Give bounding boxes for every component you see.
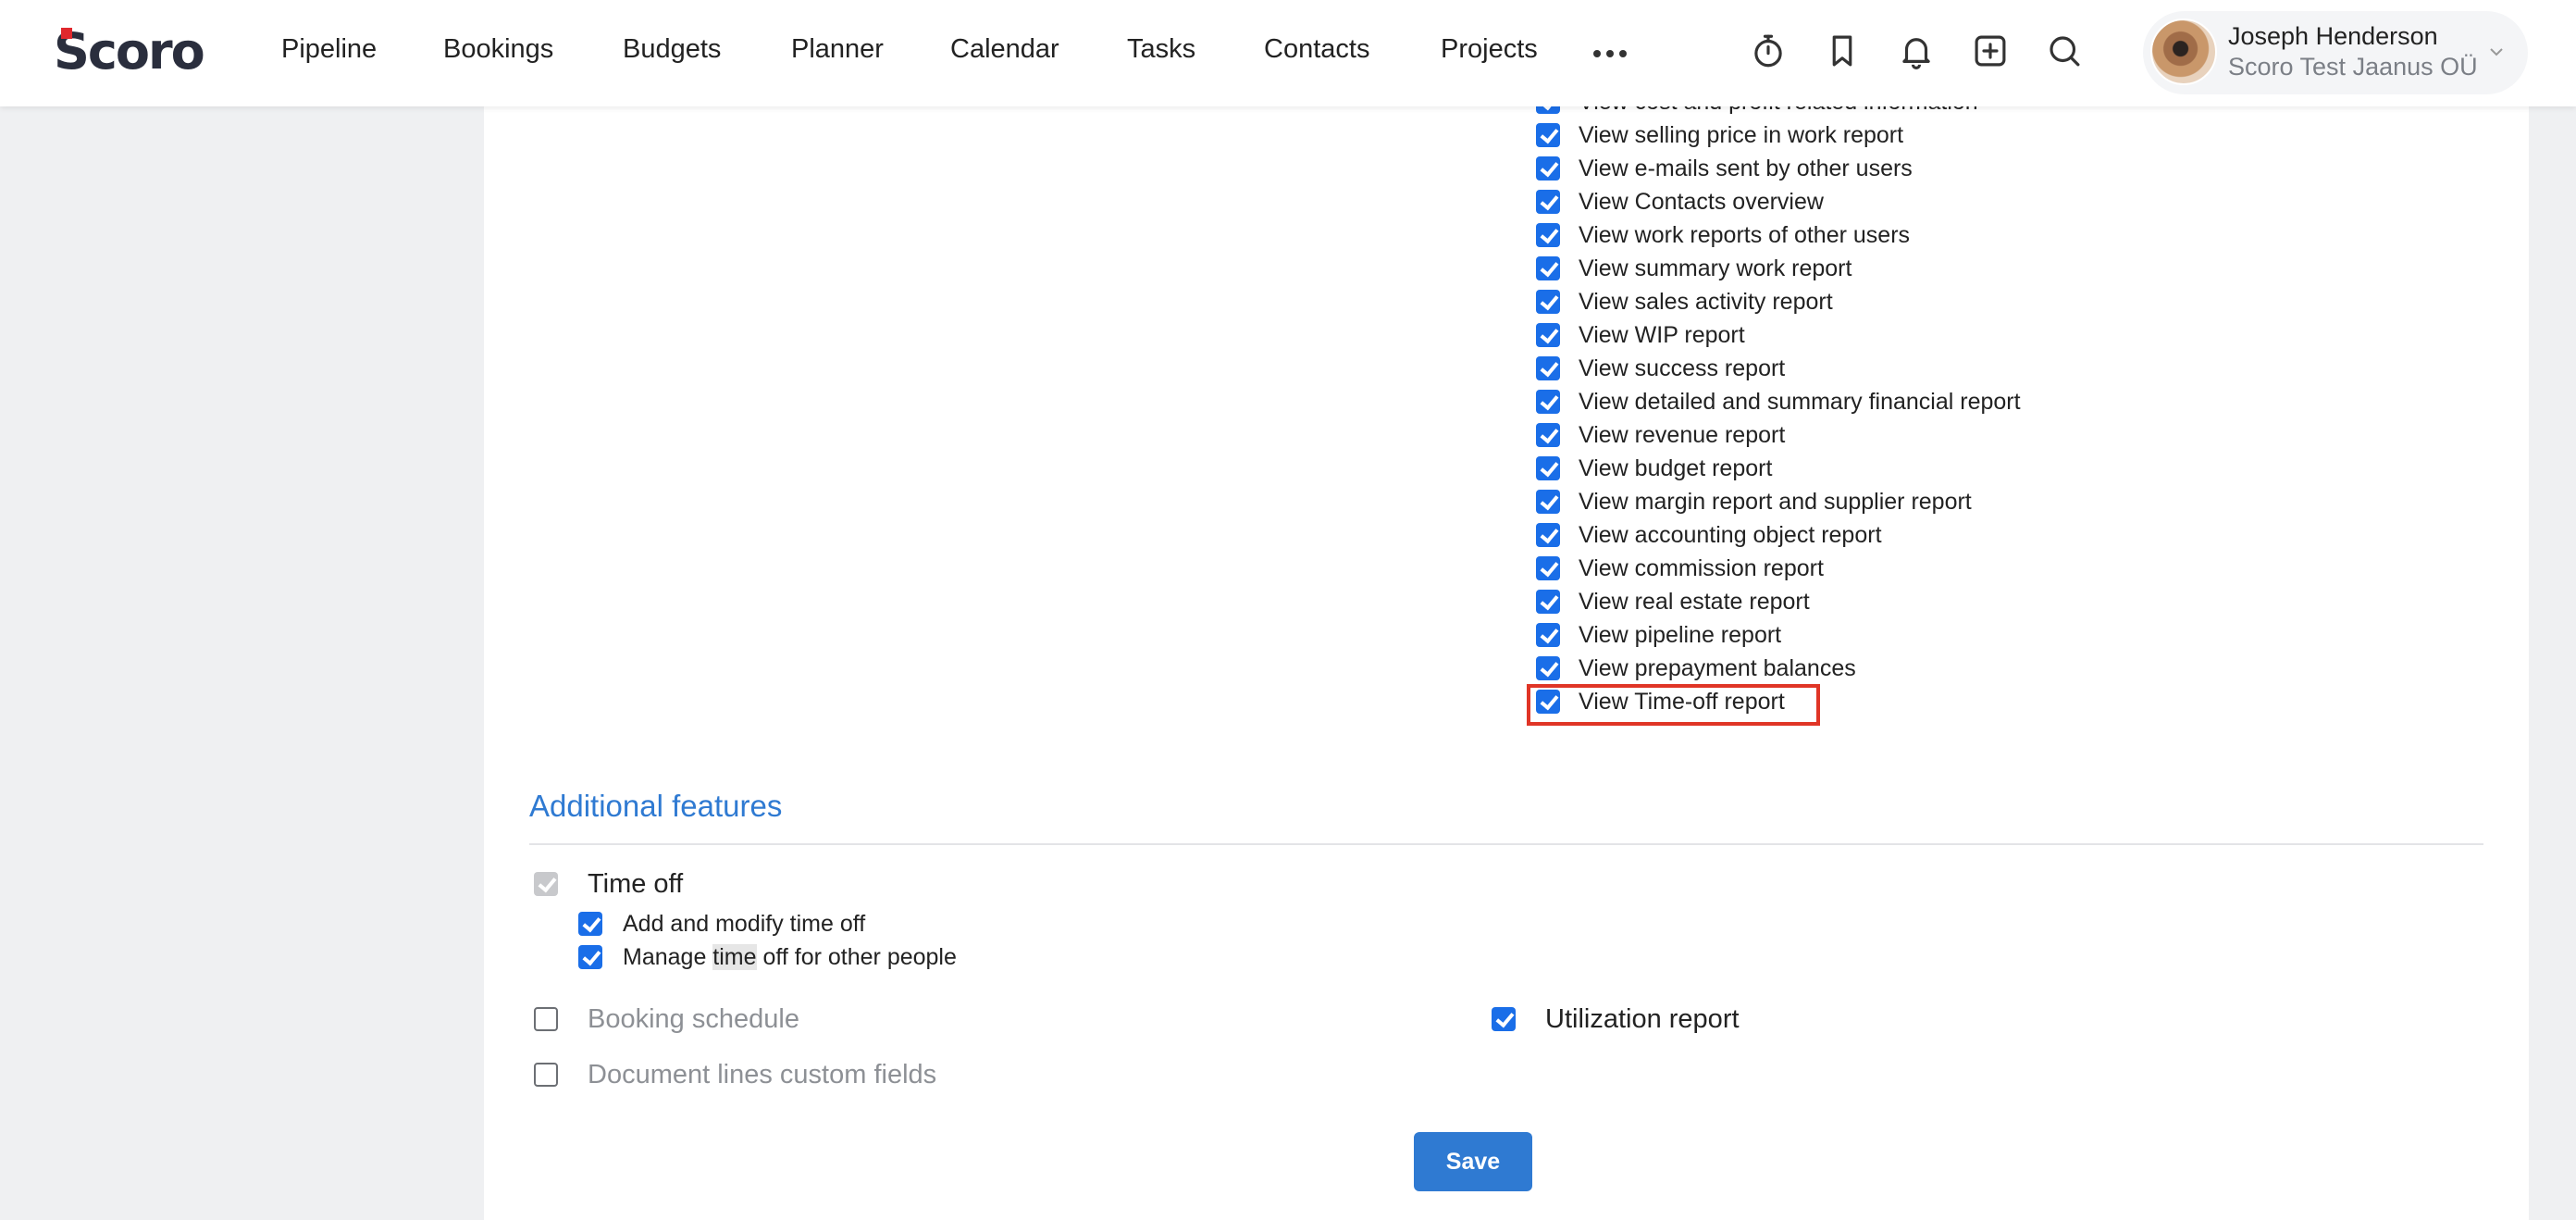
section-divider bbox=[529, 843, 2483, 845]
permission-checkbox[interactable] bbox=[1536, 156, 1560, 181]
permission-checkbox[interactable] bbox=[1536, 256, 1560, 280]
add-modify-time-off-checkbox[interactable] bbox=[578, 912, 602, 936]
nav-projects[interactable]: Projects bbox=[1441, 34, 1538, 65]
permission-label: View sales activity report bbox=[1579, 288, 1833, 315]
chevron-down-icon bbox=[2490, 48, 2503, 56]
feature-manage-time-off-others[interactable]: Manage time off for other people bbox=[578, 940, 957, 974]
time-off-label: Time off bbox=[588, 868, 684, 899]
nav-bookings[interactable]: Bookings bbox=[443, 34, 553, 65]
permission-label: View detailed and summary financial repo… bbox=[1579, 388, 2021, 415]
permission-row[interactable]: View selling price in work report bbox=[1536, 118, 1903, 152]
nav-contacts[interactable]: Contacts bbox=[1264, 34, 1369, 65]
permission-checkbox[interactable] bbox=[1536, 290, 1560, 314]
user-profile-menu[interactable]: Joseph Henderson Scoro Test Jaanus OÜ bbox=[2143, 11, 2528, 94]
permission-checkbox[interactable] bbox=[1536, 490, 1560, 514]
bookmark-icon[interactable] bbox=[1823, 31, 1862, 70]
permission-checkbox[interactable] bbox=[1536, 556, 1560, 580]
permission-checkbox[interactable] bbox=[1536, 656, 1560, 680]
permission-label: View work reports of other users bbox=[1579, 221, 1911, 248]
permission-checkbox[interactable] bbox=[1536, 590, 1560, 614]
highlight-box bbox=[1527, 684, 1820, 726]
permission-label: View Contacts overview bbox=[1579, 188, 1824, 215]
manage-time-off-label: Manage time off for other people bbox=[623, 943, 957, 970]
feature-utilization-report[interactable]: Utilization report bbox=[1492, 1001, 1740, 1038]
permission-row[interactable]: View commission report bbox=[1536, 552, 1824, 585]
document-lines-label: Document lines custom fields bbox=[588, 1059, 937, 1089]
permission-checkbox[interactable] bbox=[1536, 456, 1560, 480]
booking-schedule-checkbox[interactable] bbox=[534, 1007, 558, 1031]
logo-mark bbox=[61, 28, 72, 39]
permission-label: View revenue report bbox=[1579, 421, 1786, 448]
permission-row[interactable]: View revenue report bbox=[1536, 418, 1785, 452]
avatar bbox=[2150, 19, 2217, 85]
permission-row[interactable]: View detailed and summary financial repo… bbox=[1536, 385, 2021, 418]
permission-row[interactable]: View sales activity report bbox=[1536, 285, 1833, 318]
permission-checkbox[interactable] bbox=[1536, 356, 1560, 380]
permission-row[interactable]: View budget report bbox=[1536, 452, 1772, 485]
permission-label: View selling price in work report bbox=[1579, 121, 1904, 148]
permission-row[interactable]: View work reports of other users bbox=[1536, 218, 1910, 252]
permission-label: View e-mails sent by other users bbox=[1579, 155, 1913, 181]
permission-row[interactable]: View e-mails sent by other users bbox=[1536, 152, 1913, 185]
nav-tasks[interactable]: Tasks bbox=[1127, 34, 1195, 65]
top-navigation-bar: Scoro Pipeline Bookings Budgets Planner … bbox=[0, 0, 2576, 106]
permission-row[interactable]: View WIP report bbox=[1536, 318, 1745, 352]
permission-label: View success report bbox=[1579, 355, 1786, 381]
nav-calendar[interactable]: Calendar bbox=[950, 34, 1059, 65]
feature-document-lines-custom-fields[interactable]: Document lines custom fields bbox=[534, 1056, 936, 1093]
permission-label: View real estate report bbox=[1579, 588, 1810, 615]
permission-checkbox[interactable] bbox=[1536, 223, 1560, 247]
feature-add-modify-time-off[interactable]: Add and modify time off bbox=[578, 907, 865, 940]
permission-label: View WIP report bbox=[1579, 321, 1745, 348]
permission-label: View summary work report bbox=[1579, 255, 1852, 281]
permission-label: View margin report and supplier report bbox=[1579, 488, 1972, 515]
permission-row[interactable]: View real estate report bbox=[1536, 585, 1810, 618]
bell-icon[interactable] bbox=[1897, 31, 1936, 70]
permission-label: View commission report bbox=[1579, 554, 1824, 581]
feature-booking-schedule[interactable]: Booking schedule bbox=[534, 1001, 799, 1038]
permission-row[interactable]: View accounting object report bbox=[1536, 518, 1882, 552]
save-button[interactable]: Save bbox=[1414, 1132, 1532, 1191]
permission-row[interactable]: View pipeline report bbox=[1536, 618, 1781, 652]
add-modify-time-off-label: Add and modify time off bbox=[623, 910, 866, 937]
nav-budgets[interactable]: Budgets bbox=[623, 34, 721, 65]
permission-label: View prepayment balances bbox=[1579, 654, 1856, 681]
user-company: Scoro Test Jaanus OÜ bbox=[2228, 53, 2478, 81]
utilization-report-label: Utilization report bbox=[1545, 1003, 1740, 1034]
document-lines-checkbox[interactable] bbox=[534, 1063, 558, 1087]
user-name: Joseph Henderson bbox=[2228, 22, 2438, 50]
permission-checkbox[interactable] bbox=[1536, 623, 1560, 647]
permission-row[interactable]: View Contacts overview bbox=[1536, 185, 1824, 218]
feature-time-off[interactable]: Time off bbox=[534, 865, 683, 903]
timer-icon[interactable] bbox=[1749, 31, 1788, 70]
permission-checkbox[interactable] bbox=[1536, 323, 1560, 347]
permission-row[interactable]: View success report bbox=[1536, 352, 1785, 385]
scoro-logo[interactable]: Scoro bbox=[54, 22, 205, 81]
permission-row[interactable]: View margin report and supplier report bbox=[1536, 485, 1972, 518]
permission-row[interactable]: View summary work report bbox=[1536, 252, 1852, 285]
booking-schedule-label: Booking schedule bbox=[588, 1003, 799, 1034]
permission-row[interactable]: View prepayment balances bbox=[1536, 652, 1856, 685]
more-icon[interactable] bbox=[1593, 50, 1627, 57]
permission-checkbox[interactable] bbox=[1536, 423, 1560, 447]
search-icon[interactable] bbox=[2045, 31, 2084, 70]
utilization-report-checkbox[interactable] bbox=[1492, 1007, 1516, 1031]
permission-checkbox[interactable] bbox=[1536, 390, 1560, 414]
nav-pipeline[interactable]: Pipeline bbox=[281, 34, 377, 65]
settings-panel bbox=[484, 106, 2529, 1220]
manage-time-off-checkbox[interactable] bbox=[578, 945, 602, 969]
permission-label: View accounting object report bbox=[1579, 521, 1882, 548]
section-title-additional-features: Additional features bbox=[529, 789, 783, 823]
time-off-checkbox[interactable] bbox=[534, 872, 558, 896]
permission-checkbox[interactable] bbox=[1536, 523, 1560, 547]
permission-checkbox[interactable] bbox=[1536, 123, 1560, 147]
nav-planner[interactable]: Planner bbox=[791, 34, 884, 65]
logo-text: Scoro bbox=[54, 22, 205, 81]
permission-label: View budget report bbox=[1579, 454, 1773, 481]
permission-label: View pipeline report bbox=[1579, 621, 1782, 648]
add-icon[interactable] bbox=[1971, 31, 2010, 70]
permission-checkbox[interactable] bbox=[1536, 190, 1560, 214]
